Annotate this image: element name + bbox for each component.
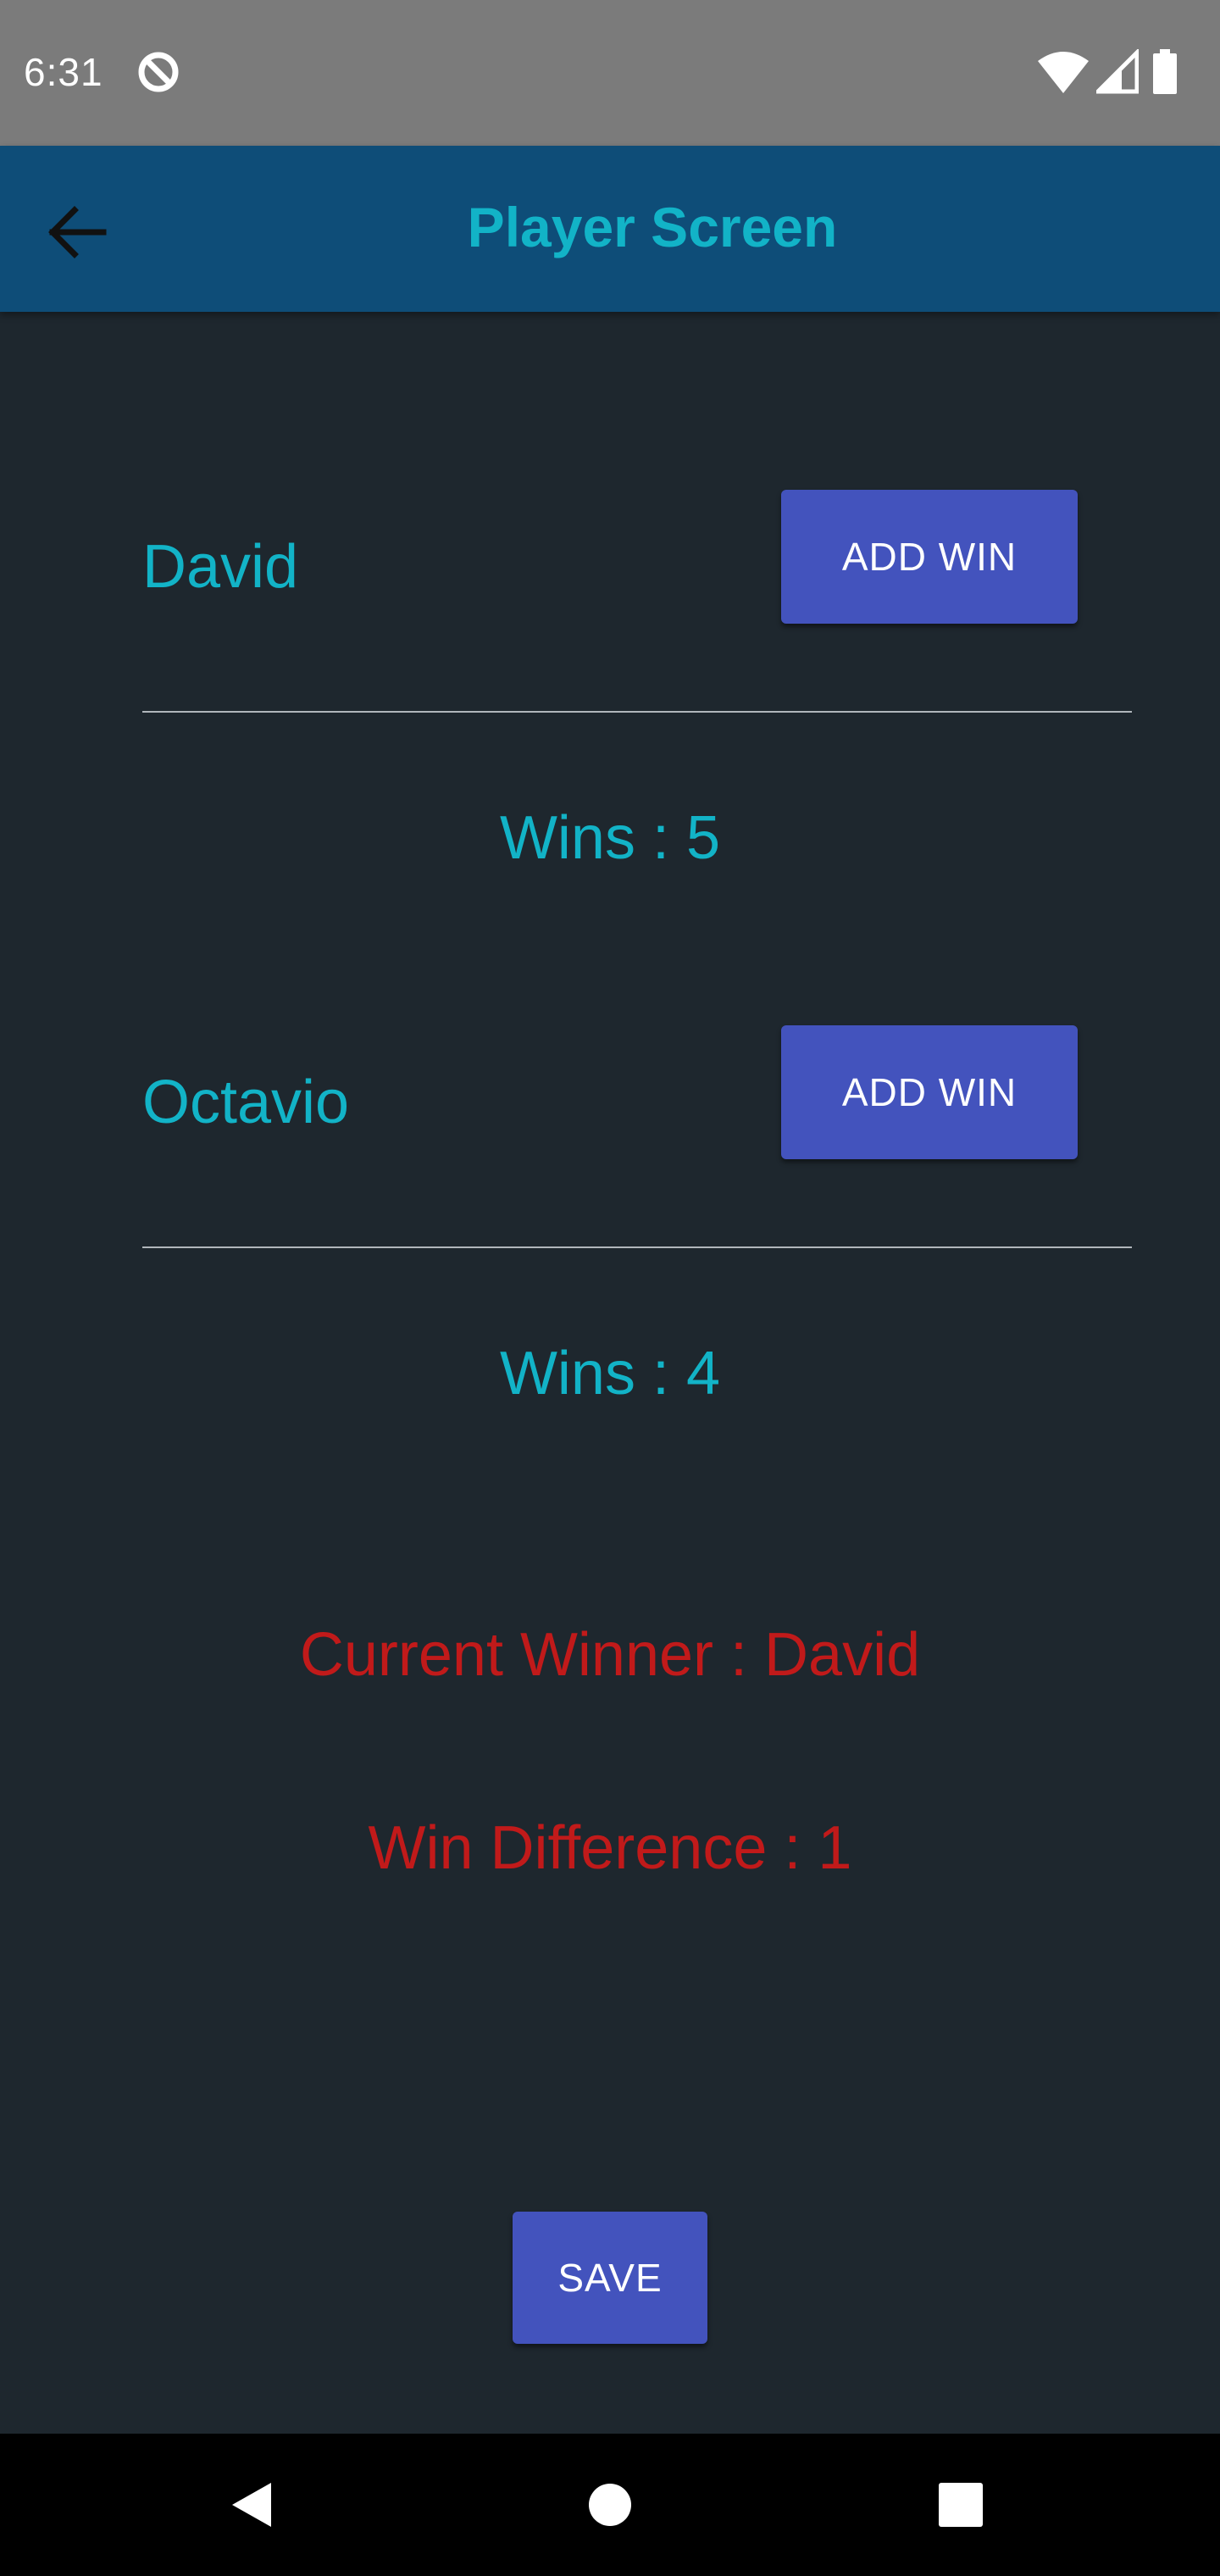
page-title: Player Screen bbox=[467, 196, 838, 258]
save-button[interactable]: SAVE bbox=[513, 2212, 707, 2344]
divider bbox=[142, 711, 1132, 713]
home-circle-icon[interactable] bbox=[576, 2471, 644, 2539]
wins-count-octavio: Wins : 4 bbox=[499, 1340, 721, 1407]
back-triangle-icon[interactable] bbox=[219, 2471, 286, 2539]
status-bar: 6:31 bbox=[0, 0, 1220, 146]
app-bar: Player Screen bbox=[0, 146, 1220, 312]
divider bbox=[142, 1246, 1132, 1248]
signal-icon bbox=[1096, 49, 1139, 94]
wins-count-david: Wins : 5 bbox=[499, 804, 721, 872]
win-difference-text: Win Difference : 1 bbox=[368, 1814, 852, 1882]
status-icons bbox=[1037, 49, 1198, 95]
player-name-octavio: Octavio bbox=[142, 1069, 350, 1136]
battery-icon bbox=[1153, 49, 1177, 94]
wifi-icon bbox=[1038, 52, 1089, 93]
current-winner-text: Current Winner : David bbox=[299, 1621, 921, 1689]
recents-square-icon[interactable] bbox=[927, 2471, 995, 2539]
system-nav-bar bbox=[0, 2434, 1220, 2576]
add-win-button-octavio[interactable]: ADD WIN bbox=[781, 1025, 1078, 1159]
add-win-button-david[interactable]: ADD WIN bbox=[781, 490, 1078, 624]
data-saver-icon bbox=[138, 52, 179, 92]
player-name-david: David bbox=[142, 533, 299, 601]
status-time: 6:31 bbox=[24, 50, 103, 94]
